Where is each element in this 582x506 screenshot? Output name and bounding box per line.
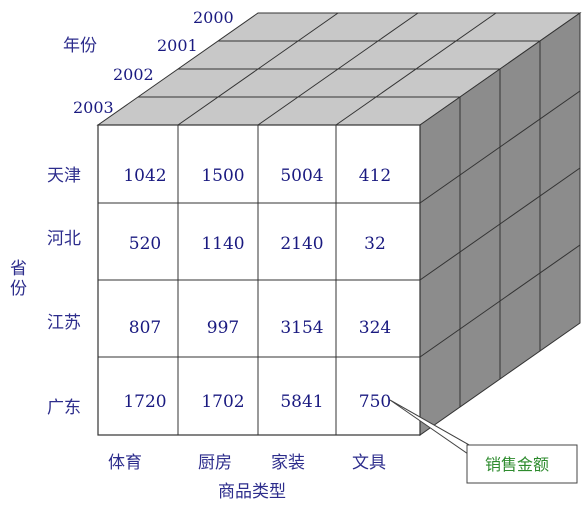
cube-cell-value: 3154: [280, 318, 323, 338]
cube-cell-value: 1140: [201, 234, 244, 254]
province-label-guangdong: 广东: [47, 398, 81, 418]
cube-cell-value: 807: [129, 318, 161, 338]
cube-cell-value: 1500: [201, 166, 244, 186]
category-label-sports: 体育: [108, 453, 142, 473]
province-label-jiangsu: 江苏: [47, 313, 81, 333]
year-label-2003: 2003: [73, 98, 114, 117]
cube-cell-value: 2140: [280, 234, 323, 254]
callout-label: 销售金额: [485, 455, 549, 474]
cube-cell-value: 1702: [201, 392, 244, 412]
cube-cell-value: 5841: [280, 392, 323, 412]
province-axis-label: 省份: [10, 259, 27, 299]
cube-cell-value: 412: [359, 166, 391, 186]
cube-cell-value: 1042: [123, 166, 166, 186]
year-label-2002: 2002: [113, 65, 154, 84]
cube-cell-value: 520: [129, 234, 161, 254]
category-label-home: 家装: [271, 453, 305, 473]
cube-cell-value: 997: [207, 318, 239, 338]
cube-cell-value: 324: [359, 318, 391, 338]
cube-cell-value: 750: [359, 392, 391, 412]
province-label-tianjin: 天津: [47, 166, 81, 186]
category-label-stationery: 文具: [352, 453, 386, 473]
category-axis-label: 商品类型: [218, 482, 286, 502]
category-label-kitchen: 厨房: [198, 453, 232, 473]
data-cube-diagram: 2000 2001 2002 2003 年份 天津 河北 江苏 广东 省份 体育…: [10, 8, 582, 502]
cube-cell-value: 32: [364, 234, 386, 254]
year-label-2001: 2001: [157, 36, 198, 55]
province-label-hebei: 河北: [47, 229, 81, 249]
year-label-2000: 2000: [193, 8, 234, 27]
year-axis-label: 年份: [63, 36, 97, 56]
cube-cell-value: 1720: [123, 392, 166, 412]
cube-cell-value: 5004: [280, 166, 323, 186]
